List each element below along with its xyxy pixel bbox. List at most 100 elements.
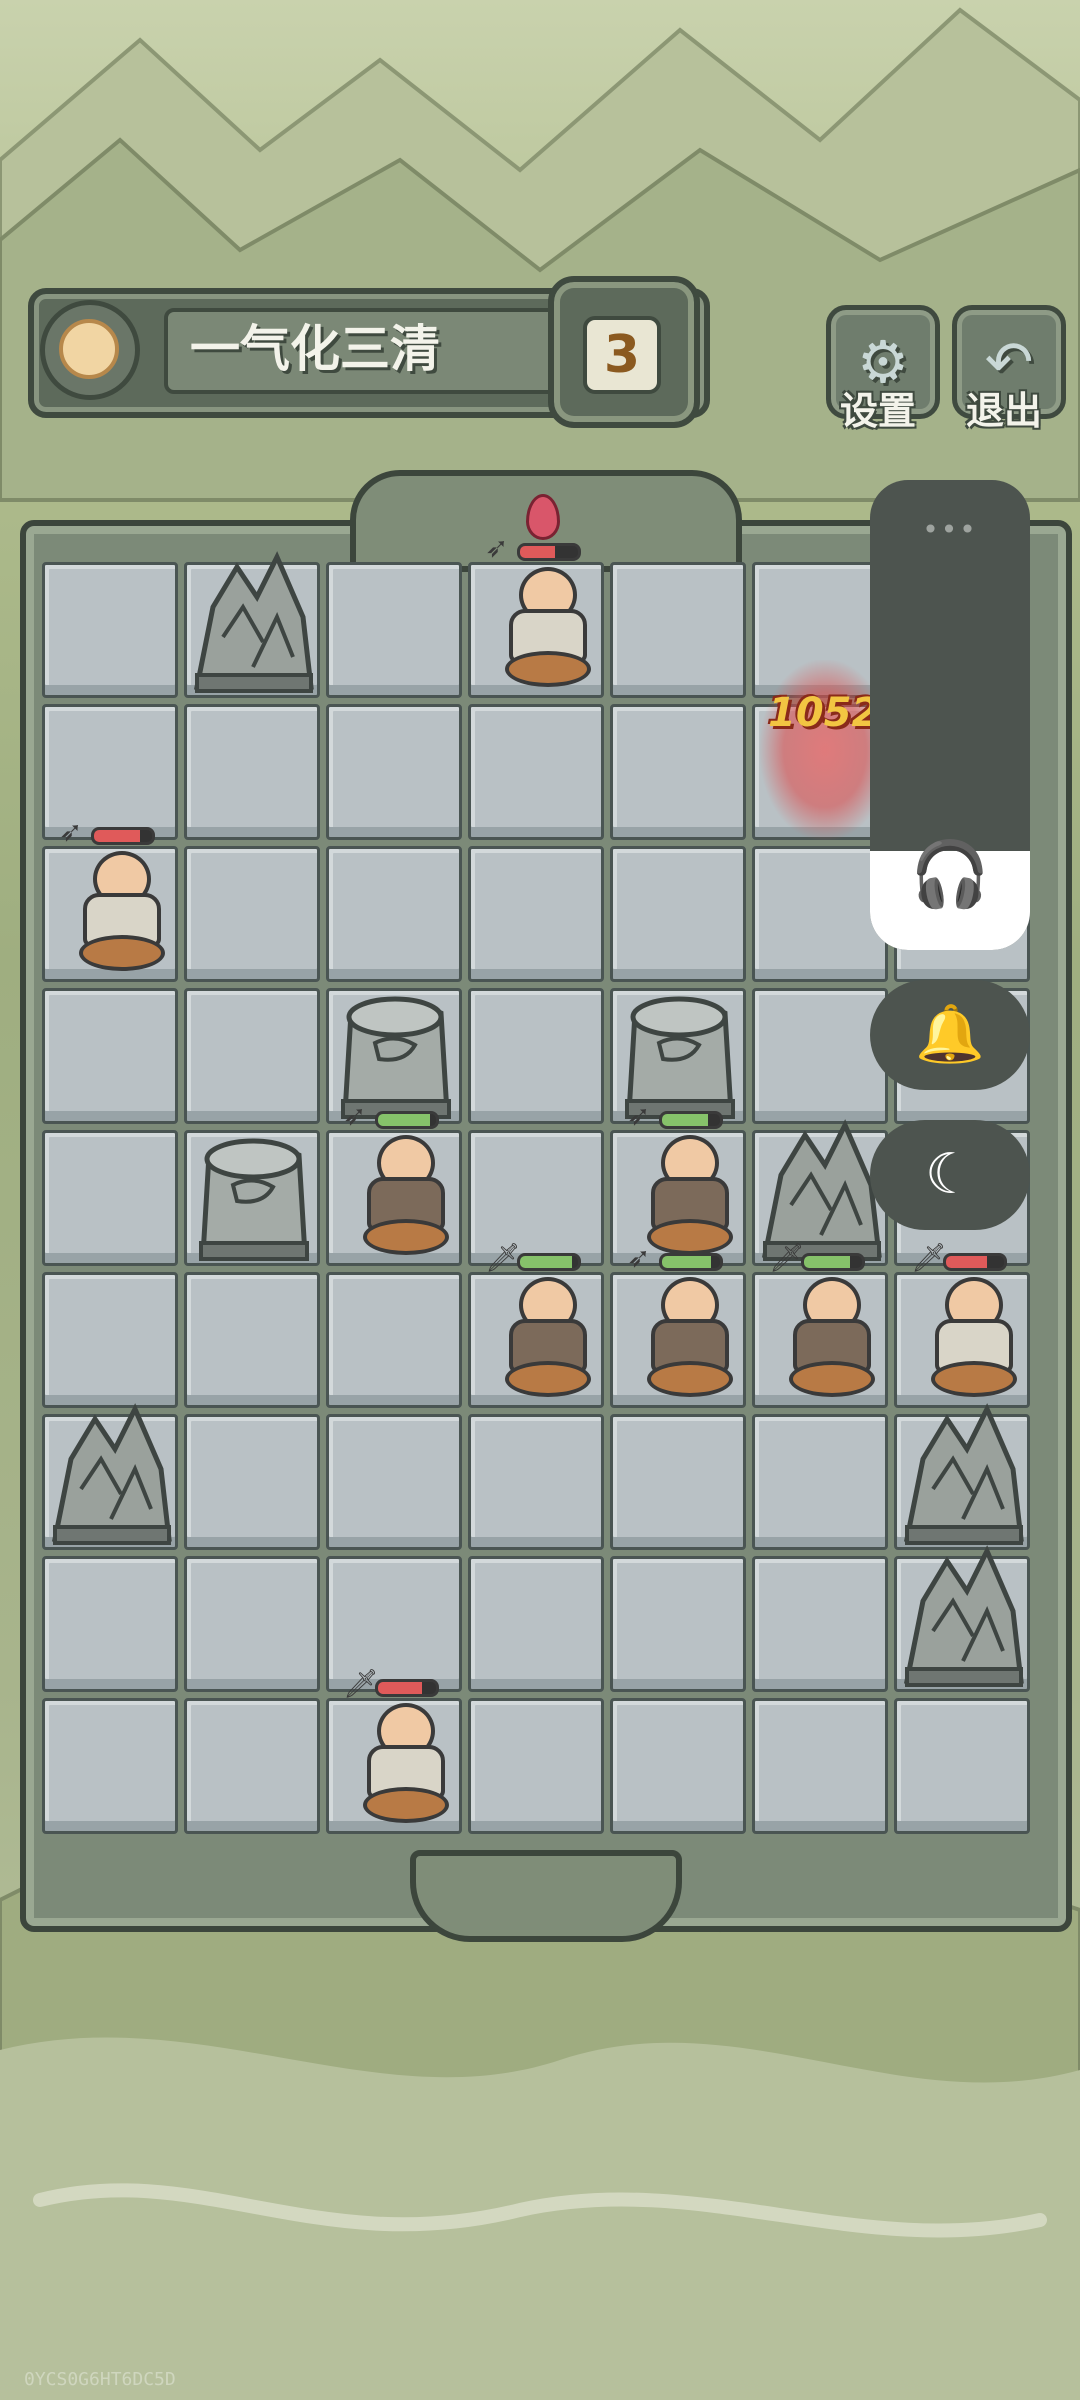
unit-pedestal — [647, 1361, 733, 1397]
hp-bar — [91, 827, 155, 845]
board-cell[interactable] — [752, 1556, 888, 1692]
enemy-unit[interactable]: ➶ — [479, 533, 599, 691]
board-cell[interactable]: 🗡 — [468, 1243, 604, 1408]
board-cell[interactable] — [184, 1130, 320, 1266]
board-cell[interactable] — [326, 1272, 462, 1408]
board-cell[interactable] — [610, 1414, 746, 1550]
hp-bar — [659, 1111, 723, 1129]
board-cell[interactable] — [610, 704, 746, 840]
board-cell[interactable] — [468, 1414, 604, 1550]
board-cell[interactable]: 🗡 — [752, 1243, 888, 1408]
board-cell[interactable] — [610, 562, 746, 698]
mountain-rock-obstacle — [51, 1403, 172, 1545]
hp-bar — [517, 1253, 581, 1271]
mountain-rock-obstacle — [903, 1403, 1024, 1545]
board-cell[interactable]: ➶ — [326, 1101, 462, 1266]
damage-popup: 1052 — [768, 690, 880, 736]
board-cell[interactable] — [184, 846, 320, 982]
board-cell[interactable] — [326, 704, 462, 840]
settings-label: 设置 — [839, 389, 916, 433]
board-cell[interactable] — [42, 562, 178, 698]
board-cell[interactable]: ➶ — [610, 1243, 746, 1408]
board-cell[interactable] — [42, 988, 178, 1124]
hp-bar — [801, 1253, 865, 1271]
board-cell[interactable] — [468, 1556, 604, 1692]
board-cell[interactable] — [610, 1698, 746, 1834]
ring-mode-button[interactable]: 🔔 — [870, 980, 1030, 1090]
unit-pedestal — [789, 1361, 875, 1397]
level-number: 3 — [583, 316, 661, 394]
board-cell[interactable] — [610, 1556, 746, 1692]
board-cell[interactable] — [184, 1698, 320, 1834]
bow-weapon-icon: ➶ — [485, 531, 509, 564]
board-cell[interactable] — [184, 1414, 320, 1550]
sword-weapon-icon: 🗡 — [343, 1667, 379, 1700]
ally-unit[interactable]: ➶ — [621, 1243, 741, 1401]
board-cell[interactable] — [326, 1414, 462, 1550]
board-cell[interactable] — [42, 1556, 178, 1692]
ally-unit[interactable]: ➶ — [337, 1101, 457, 1259]
volume-slider[interactable]: ••• 🎧 — [870, 480, 1030, 950]
hp-bar — [375, 1679, 439, 1697]
hp-bar — [375, 1111, 439, 1129]
gem-icon — [526, 494, 560, 540]
enemy-unit[interactable]: ➶ — [53, 817, 173, 975]
sun-emblem-icon — [40, 300, 140, 400]
board-cell[interactable] — [894, 1403, 1030, 1550]
board-cell[interactable] — [468, 988, 604, 1124]
ally-unit[interactable]: 🗡 — [763, 1243, 883, 1401]
board-cell[interactable] — [184, 704, 320, 840]
volume-handle-dots: ••• — [922, 513, 978, 546]
board-cell[interactable] — [42, 1130, 178, 1266]
board-cell[interactable] — [326, 846, 462, 982]
watermark: 0YCS0G6HT6DC5D — [24, 2369, 176, 2390]
board-cell[interactable] — [752, 846, 888, 982]
board-cell[interactable] — [752, 1414, 888, 1550]
bow-weapon-icon: ➶ — [59, 815, 83, 848]
bow-weapon-icon: ➶ — [627, 1241, 651, 1274]
hp-bar — [943, 1253, 1007, 1271]
unit-pedestal — [931, 1361, 1017, 1397]
hp-bar — [517, 543, 581, 561]
board-cell[interactable]: 🗡 — [894, 1243, 1030, 1408]
board-cell[interactable] — [752, 1698, 888, 1834]
ally-unit[interactable]: 🗡 — [479, 1243, 599, 1401]
unit-pedestal — [363, 1787, 449, 1823]
unit-pedestal — [79, 935, 165, 971]
board-cell[interactable] — [42, 1272, 178, 1408]
stage-title: 一气化三清 — [190, 320, 440, 378]
sword-weapon-icon: 🗡 — [485, 1241, 521, 1274]
board-cell[interactable]: ➶ — [42, 817, 178, 982]
unit-pedestal — [505, 651, 591, 687]
headphones-icon: 🎧 — [910, 838, 990, 912]
board-cell[interactable] — [752, 988, 888, 1124]
board-cell[interactable] — [42, 1698, 178, 1834]
enemy-unit[interactable]: 🗡 — [337, 1669, 457, 1827]
stump-rock-obstacle — [199, 1138, 309, 1261]
ally-unit[interactable]: ➶ — [621, 1101, 741, 1259]
hp-bar — [659, 1253, 723, 1271]
board-cell[interactable]: 🗡 — [326, 1669, 462, 1834]
moon-icon: ☾ — [924, 1142, 976, 1207]
board-cell[interactable] — [468, 846, 604, 982]
dnd-mode-button[interactable]: ☾ — [870, 1120, 1030, 1230]
enemy-unit[interactable]: 🗡 — [905, 1243, 1025, 1401]
board-cell[interactable] — [468, 704, 604, 840]
board-cell[interactable] — [184, 551, 320, 698]
board-cell[interactable] — [468, 1698, 604, 1834]
bow-weapon-icon: ➶ — [343, 1099, 367, 1132]
board-cell[interactable] — [42, 1403, 178, 1550]
board-cell[interactable]: ➶ — [468, 533, 604, 698]
board-cell[interactable] — [894, 1698, 1030, 1834]
sword-weapon-icon: 🗡 — [769, 1241, 805, 1274]
board-cell[interactable] — [184, 1272, 320, 1408]
board-cell[interactable] — [184, 1556, 320, 1692]
exit-label: 退出 — [965, 389, 1042, 433]
unit-pedestal — [363, 1219, 449, 1255]
board-cell[interactable] — [326, 562, 462, 698]
board-cell[interactable] — [610, 846, 746, 982]
board-cell[interactable] — [894, 1545, 1030, 1692]
board-cell[interactable] — [184, 988, 320, 1124]
mountain-rock-obstacle — [903, 1545, 1024, 1687]
mountain-rock-obstacle — [193, 551, 314, 693]
